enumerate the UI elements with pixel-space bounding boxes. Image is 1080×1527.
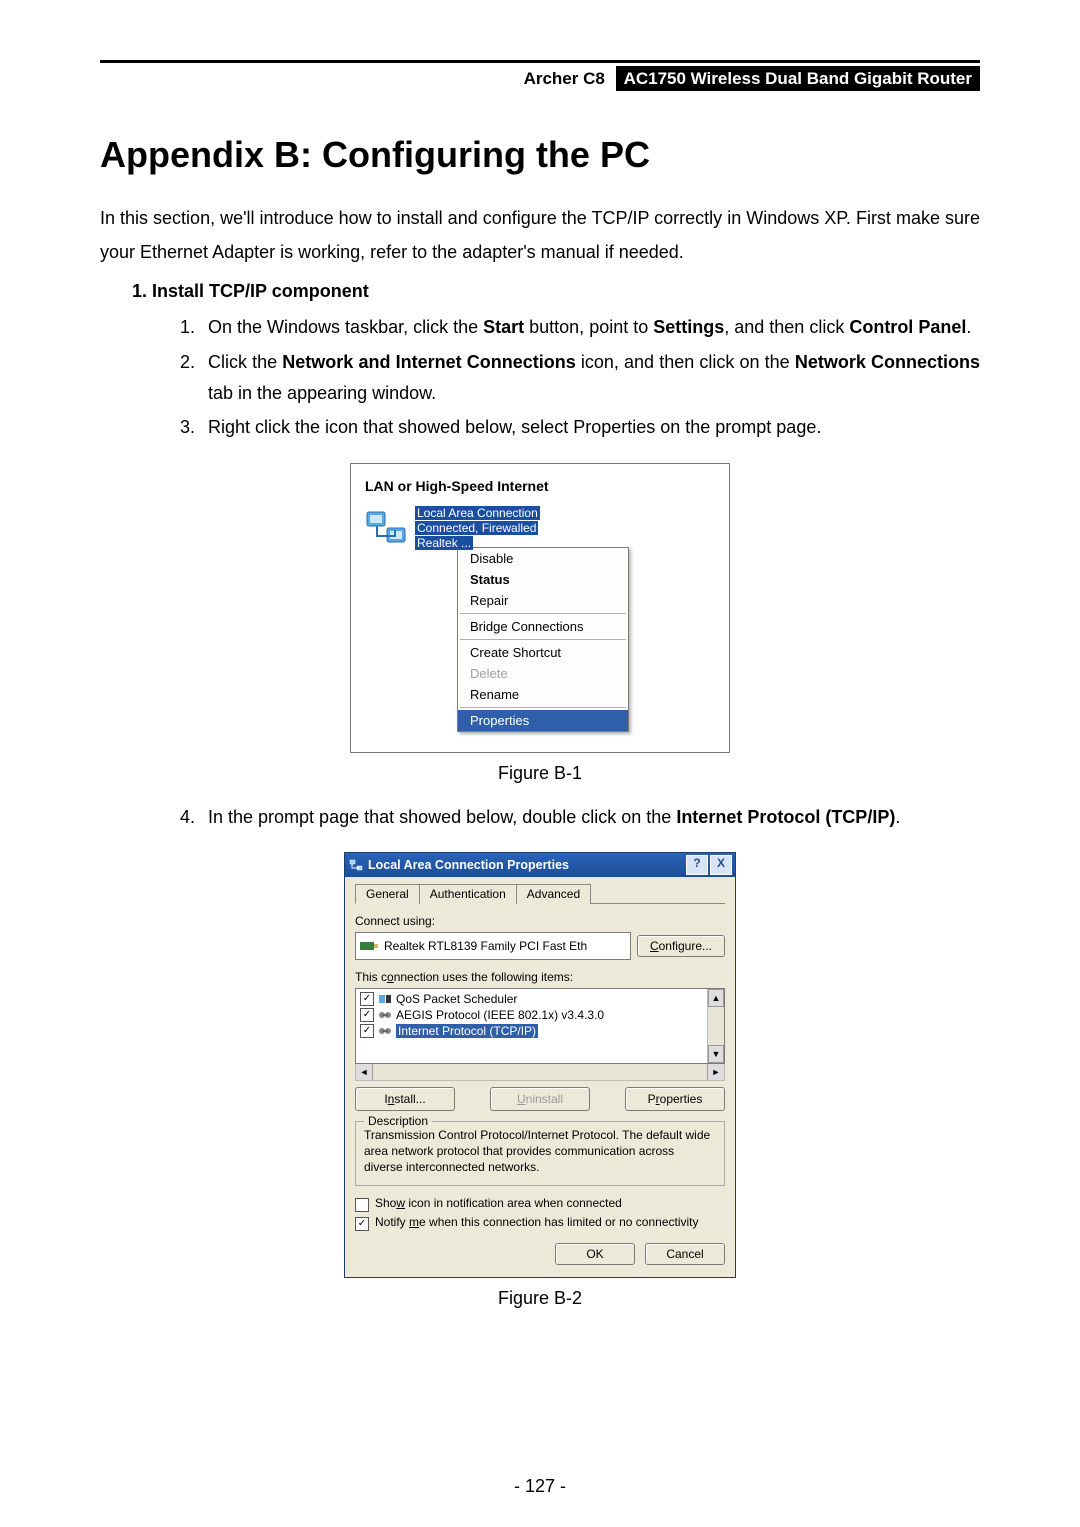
- item-label: Internet Protocol (TCP/IP): [396, 1024, 538, 1038]
- header-model: Archer C8: [524, 69, 611, 88]
- step-3: Right click the icon that showed below, …: [200, 412, 980, 443]
- network-connection-icon: [365, 506, 409, 550]
- checkbox-icon[interactable]: ✓: [360, 1008, 374, 1022]
- horizontal-scrollbar[interactable]: ◄ ►: [355, 1064, 725, 1081]
- step-1: On the Windows taskbar, click the Start …: [200, 312, 980, 343]
- step-2: Click the Network and Internet Connectio…: [200, 347, 980, 408]
- description-group: Description Transmission Control Protoco…: [355, 1121, 725, 1186]
- checkbox-icon[interactable]: ✓: [360, 992, 374, 1006]
- network-panel: LAN or High-Speed Internet Local Area Co…: [350, 463, 730, 753]
- header-rule: [100, 60, 980, 63]
- adapter-name: Realtek RTL8139 Family PCI Fast Eth: [384, 939, 587, 953]
- menu-delete: Delete: [458, 663, 628, 684]
- properties-dialog: Local Area Connection Properties ? X Gen…: [344, 852, 736, 1278]
- checkbox-icon[interactable]: ✓: [355, 1217, 369, 1231]
- tab-general[interactable]: General: [355, 884, 420, 904]
- panel-title: LAN or High-Speed Internet: [365, 478, 715, 494]
- header-description: AC1750 Wireless Dual Band Gigabit Router: [616, 66, 980, 91]
- item-tcpip[interactable]: ✓ Internet Protocol (TCP/IP): [358, 1023, 722, 1039]
- connection-name: Local Area Connection: [415, 506, 540, 520]
- nic-icon: [360, 940, 378, 952]
- figure-b1: LAN or High-Speed Internet Local Area Co…: [100, 463, 980, 753]
- close-button[interactable]: X: [710, 855, 732, 875]
- menu-properties[interactable]: Properties: [458, 710, 628, 731]
- section-title: Install TCP/IP component: [152, 281, 369, 301]
- menu-separator: [460, 613, 626, 614]
- dialog-titlebar[interactable]: Local Area Connection Properties ? X: [345, 853, 735, 877]
- protocol-icon: [378, 1025, 392, 1037]
- menu-disable[interactable]: Disable: [458, 548, 628, 569]
- configure-button[interactable]: CConfigure...onfigure...: [637, 935, 725, 957]
- notify-checkbox[interactable]: ✓ Notify me when this connection has lim…: [355, 1215, 725, 1231]
- protocol-icon: [378, 1009, 392, 1021]
- description-text: Transmission Control Protocol/Internet P…: [364, 1128, 716, 1175]
- items-label: This connection uses the following items…: [355, 970, 725, 984]
- checkbox-icon[interactable]: ✓: [360, 1024, 374, 1038]
- network-icon: [349, 858, 363, 872]
- scroll-left-icon[interactable]: ◄: [356, 1064, 373, 1080]
- section-number: 1.: [132, 281, 147, 301]
- connection-item[interactable]: Local Area Connection Connected, Firewal…: [365, 506, 715, 551]
- scroll-up-icon[interactable]: ▲: [708, 989, 724, 1007]
- page-title: Appendix B: Configuring the PC: [100, 134, 980, 176]
- menu-repair[interactable]: Repair: [458, 590, 628, 611]
- page-header: Archer C8 AC1750 Wireless Dual Band Giga…: [100, 69, 980, 89]
- uninstall-button: Uninstall: [490, 1087, 590, 1111]
- menu-rename[interactable]: Rename: [458, 684, 628, 705]
- figure-b1-caption: Figure B-1: [100, 763, 980, 784]
- description-legend: Description: [364, 1114, 432, 1128]
- item-label: AEGIS Protocol (IEEE 802.1x) v3.4.3.0: [396, 1008, 604, 1022]
- connection-status: Connected, Firewalled: [415, 521, 538, 535]
- adapter-field: Realtek RTL8139 Family PCI Fast Eth: [355, 932, 631, 960]
- menu-bridge[interactable]: Bridge Connections: [458, 616, 628, 637]
- tab-strip: General Authentication Advanced: [355, 883, 725, 904]
- scheduler-icon: [378, 993, 392, 1005]
- item-qos[interactable]: ✓ QoS Packet Scheduler: [358, 991, 722, 1007]
- connection-labels: Local Area Connection Connected, Firewal…: [415, 506, 540, 551]
- figure-b2-caption: Figure B-2: [100, 1288, 980, 1309]
- scroll-right-icon[interactable]: ►: [707, 1064, 724, 1080]
- context-menu: Disable Status Repair Bridge Connections…: [457, 547, 629, 732]
- help-button[interactable]: ?: [686, 855, 708, 875]
- page-number: - 127 -: [0, 1476, 1080, 1497]
- menu-status[interactable]: Status: [458, 569, 628, 590]
- menu-separator: [460, 707, 626, 708]
- cancel-button[interactable]: Cancel: [645, 1243, 725, 1265]
- scroll-down-icon[interactable]: ▼: [708, 1045, 724, 1063]
- section-heading: 1. Install TCP/IP component: [132, 281, 980, 302]
- steps-list: On the Windows taskbar, click the Start …: [100, 312, 980, 442]
- steps-list-cont: In the prompt page that showed below, do…: [100, 802, 980, 833]
- ok-button[interactable]: OK: [555, 1243, 635, 1265]
- checkbox-icon[interactable]: [355, 1198, 369, 1212]
- step-4: In the prompt page that showed below, do…: [200, 802, 980, 833]
- install-button[interactable]: Install...: [355, 1087, 455, 1111]
- items-listbox[interactable]: ✓ QoS Packet Scheduler ✓ AEGIS Protocol …: [355, 988, 725, 1064]
- dialog-body: General Authentication Advanced Connect …: [345, 877, 735, 1277]
- tab-authentication[interactable]: Authentication: [419, 884, 517, 904]
- tab-advanced[interactable]: Advanced: [516, 884, 591, 904]
- intro-paragraph: In this section, we'll introduce how to …: [100, 201, 980, 269]
- figure-b2: Local Area Connection Properties ? X Gen…: [100, 852, 980, 1278]
- vertical-scrollbar[interactable]: ▲ ▼: [707, 989, 724, 1063]
- menu-separator: [460, 639, 626, 640]
- show-icon-checkbox[interactable]: Show icon in notification area when conn…: [355, 1196, 725, 1212]
- properties-button[interactable]: Properties: [625, 1087, 725, 1111]
- connect-using-label: Connect using:: [355, 914, 725, 928]
- item-aegis[interactable]: ✓ AEGIS Protocol (IEEE 802.1x) v3.4.3.0: [358, 1007, 722, 1023]
- document-page: Archer C8 AC1750 Wireless Dual Band Giga…: [0, 0, 1080, 1527]
- dialog-title: Local Area Connection Properties: [368, 858, 684, 872]
- menu-shortcut[interactable]: Create Shortcut: [458, 642, 628, 663]
- item-label: QoS Packet Scheduler: [396, 992, 517, 1006]
- connection-adapter: Realtek ...: [415, 536, 473, 550]
